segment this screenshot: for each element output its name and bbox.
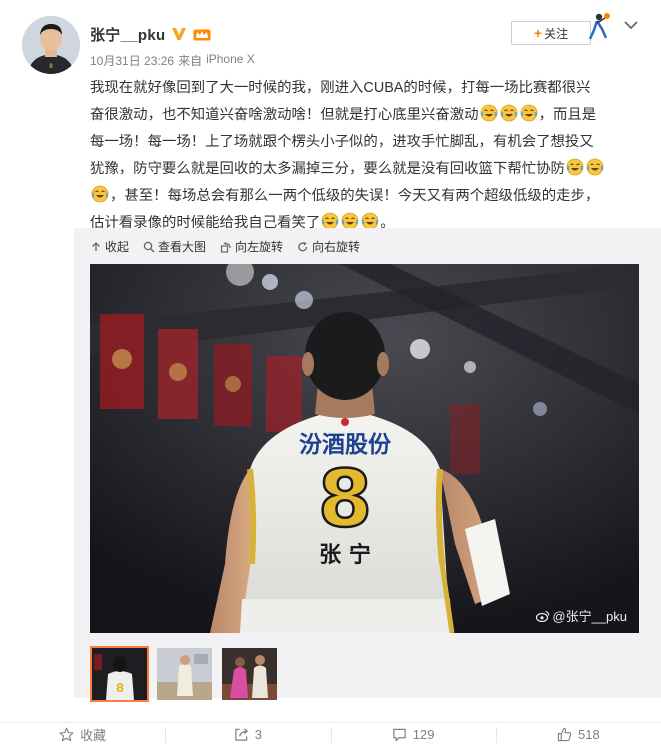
- rotate-left-icon: [220, 241, 231, 253]
- thumbnail-3[interactable]: [220, 646, 279, 702]
- star-icon: [59, 727, 74, 742]
- svg-text:8: 8: [116, 681, 124, 695]
- comment-button[interactable]: 129: [330, 723, 496, 746]
- follow-button[interactable]: + 关注: [511, 21, 591, 45]
- laugh-cry-emoji-icon: [480, 104, 497, 122]
- media-toolbar: 收起 查看大图 向左旋转 向右旋转: [90, 238, 360, 255]
- post-source[interactable]: iPhone X: [206, 52, 255, 69]
- like-button[interactable]: 518: [495, 723, 661, 746]
- repost-button[interactable]: 3: [165, 723, 330, 746]
- collapse-button[interactable]: 收起: [90, 238, 129, 255]
- post-text: 我现在就好像回到了大一时候的我，刚进入CUBA的时候，打每一场比赛都很兴 奋很激…: [90, 75, 645, 237]
- post-date[interactable]: 10月31日 23:26: [90, 52, 174, 69]
- laugh-cry-emoji-icon: [500, 104, 517, 122]
- rotate-left-button[interactable]: 向左旋转: [220, 238, 283, 255]
- svg-text:8: 8: [49, 63, 53, 70]
- post-text-line: 犹豫，防守要么就是回收的太多漏掉三分，要么就是没有回收篮下帮忙协防: [90, 156, 645, 183]
- thumbnail-strip: 8: [90, 646, 279, 702]
- favorite-button[interactable]: 收藏: [0, 723, 165, 746]
- share-arrow-icon: [235, 728, 248, 741]
- action-bar: 收藏 3 129 518: [0, 722, 661, 746]
- media-panel: 收起 查看大图 向左旋转 向右旋转 汾酒股份 8 张 宁 @张宁__pku 8: [74, 228, 661, 702]
- post-text-line: 每一场！每一场！上了场就跟个楞头小子似的，进攻手忙脚乱，有机会了想投又: [90, 134, 594, 150]
- verified-v-icon: [171, 27, 187, 41]
- plus-icon: +: [533, 25, 543, 41]
- post-meta: 10月31日 23:26 来自 iPhone X: [90, 52, 255, 69]
- author-row: 张宁__pku: [90, 24, 211, 44]
- post-text-line: 奋很激动，也不知道兴奋啥激动啥！但就是打心底里兴奋激动 ，而且是: [90, 102, 645, 129]
- view-large-button[interactable]: 查看大图: [143, 238, 206, 255]
- post-text-line: ，甚至！每场总会有那么一两个低级的失误！今天又有两个超级低级的走步，: [90, 183, 645, 210]
- source-prefix: 来自: [178, 54, 203, 68]
- laugh-cry-emoji-icon: [586, 158, 604, 176]
- rotate-right-icon: [298, 241, 308, 251]
- comment-bubble-icon: [393, 728, 406, 742]
- photo-watermark: @张宁__pku: [536, 606, 627, 625]
- laugh-cry-emoji-icon: [566, 158, 584, 176]
- basketball-player-icon: [588, 13, 610, 40]
- member-crown-icon: [193, 27, 211, 41]
- weibo-post-card: 8 张宁__pku 10月31日 23:26 来自 iPhone X + 关注: [0, 0, 661, 746]
- thumbnail-1[interactable]: 8: [90, 646, 149, 702]
- more-options-chevron-icon[interactable]: [620, 14, 642, 36]
- laugh-cry-emoji-icon: [91, 185, 109, 203]
- jersey-name: 张 宁: [319, 542, 371, 568]
- magnifier-icon: [143, 241, 155, 252]
- rotate-right-button[interactable]: 向右旋转: [297, 238, 360, 255]
- weibo-logo-icon: [536, 610, 550, 622]
- username[interactable]: 张宁__pku: [90, 24, 165, 45]
- collapse-arrow-icon: [92, 241, 100, 251]
- laugh-cry-emoji-icon: [520, 104, 537, 122]
- avatar[interactable]: 8: [22, 16, 80, 74]
- follow-label: 关注: [544, 26, 569, 41]
- jersey-number: 8: [318, 455, 372, 545]
- post-photo[interactable]: 汾酒股份 8 张 宁 @张宁__pku: [90, 264, 639, 633]
- thumbs-up-icon: [557, 727, 572, 742]
- thumbnail-2[interactable]: [155, 646, 214, 702]
- post-text-line: 我现在就好像回到了大一时候的我，刚进入CUBA的时候，打每一场比赛都很兴: [90, 80, 591, 96]
